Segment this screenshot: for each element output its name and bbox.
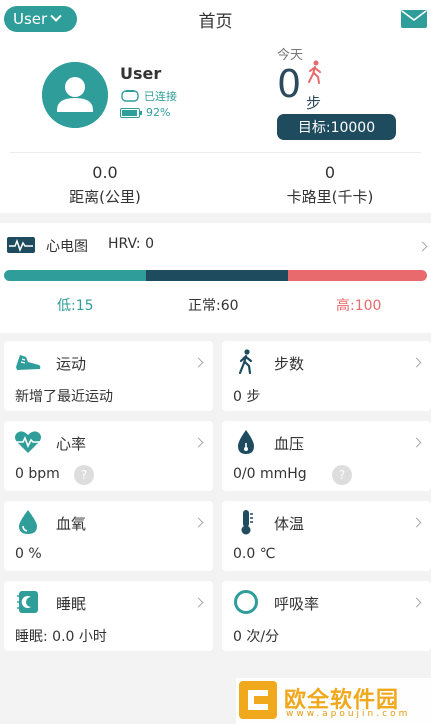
ecg-icon <box>7 237 35 253</box>
watermark-logo: 欧全软件园 www.apoujin.com <box>236 678 431 724</box>
user-name: User <box>120 64 162 83</box>
ecg-title: 心电图 <box>46 239 88 255</box>
today-steps: 0 <box>277 62 302 106</box>
card-value: 睡眠: 0.0 小时 <box>15 629 107 645</box>
card-title: 血氧 <box>56 515 87 533</box>
range-low-segment <box>4 270 146 281</box>
chevron-right-icon <box>411 597 422 608</box>
chevron-right-icon <box>411 517 422 528</box>
heart-rate-range-bar <box>4 270 427 281</box>
card-value: 0.0 ℃ <box>233 546 276 562</box>
card-respiration[interactable]: 呼吸率 0 次/分 <box>222 581 431 651</box>
calories-label: 卡路里(千卡) <box>286 188 374 206</box>
connection-status: 已连接 <box>120 88 177 104</box>
range-high-label: 高:100 <box>336 298 382 314</box>
card-value: 0 bpm <box>15 466 60 482</box>
card-value: 0 次/分 <box>233 629 280 645</box>
top-bar: User 首页 <box>0 0 431 36</box>
chevron-right-icon <box>193 517 204 528</box>
card-title: 步数 <box>274 355 305 373</box>
help-icon[interactable]: ? <box>332 465 352 485</box>
connection-text: 已连接 <box>144 90 177 103</box>
card-title: 呼吸率 <box>274 595 320 613</box>
card-blood-pressure[interactable]: 血压 0/0 mmHg ? <box>222 421 431 491</box>
thermometer-icon <box>241 510 253 535</box>
step-goal-button[interactable]: 目标:10000 <box>277 114 396 140</box>
ring-icon <box>234 590 258 614</box>
card-exercise[interactable]: 运动 新增了最近运动 <box>4 341 213 411</box>
chevron-right-icon <box>193 357 204 368</box>
avatar[interactable] <box>42 62 108 128</box>
card-sleep[interactable]: 睡眠 睡眠: 0.0 小时 <box>4 581 213 651</box>
calories-stat: 0 卡路里(千卡) <box>270 163 390 207</box>
card-temperature[interactable]: 体温 0.0 ℃ <box>222 501 431 571</box>
chevron-right-icon <box>193 437 204 448</box>
calories-value: 0 <box>324 163 336 182</box>
battery-icon <box>120 107 142 118</box>
card-value: 0/0 mmHg <box>233 466 307 482</box>
heart-rate-icon <box>15 431 41 453</box>
distance-label: 距离(公里) <box>69 188 141 206</box>
moon-icon <box>17 591 38 613</box>
range-normal-segment <box>146 270 288 281</box>
range-low-label: 低:15 <box>57 298 94 314</box>
card-steps[interactable]: 步数 0 步 <box>222 341 431 411</box>
range-normal-label: 正常:60 <box>188 298 239 314</box>
help-icon[interactable]: ? <box>74 465 94 485</box>
distance-value: 0.0 <box>92 163 118 182</box>
walking-icon <box>238 349 253 375</box>
card-title: 心率 <box>56 435 87 453</box>
battery-percent: 92% <box>146 106 171 119</box>
card-title: 体温 <box>274 515 305 533</box>
card-title: 睡眠 <box>56 595 87 613</box>
water-drop-icon <box>19 510 37 534</box>
divider <box>10 152 421 153</box>
ecg-hrv: HRV: 0 <box>108 236 154 252</box>
card-title: 运动 <box>56 355 87 373</box>
distance-stat: 0.0 距离(公里) <box>55 163 155 207</box>
logo-mark-icon <box>239 681 277 719</box>
page-title: 首页 <box>198 12 233 32</box>
card-value: 新增了最近运动 <box>15 389 113 405</box>
watch-icon <box>121 90 139 102</box>
range-high-segment <box>288 270 427 281</box>
ecg-card[interactable]: 心电图 HRV: 0 低:15 正常:60 高:100 <box>0 223 431 333</box>
chevron-right-icon <box>417 241 428 252</box>
card-value: 0 % <box>15 546 42 562</box>
blood-pressure-icon <box>238 430 254 454</box>
shoe-icon <box>16 355 41 370</box>
today-label: 今天 <box>277 48 304 63</box>
card-blood-oxygen[interactable]: 血氧 0 % <box>4 501 213 571</box>
card-title: 血压 <box>274 435 305 453</box>
card-value: 0 步 <box>233 389 261 405</box>
chevron-right-icon <box>193 597 204 608</box>
chevron-right-icon <box>411 357 422 368</box>
mail-icon[interactable] <box>401 10 427 28</box>
chevron-right-icon <box>411 437 422 448</box>
walking-icon <box>308 60 321 84</box>
battery-status: 92% <box>120 106 170 119</box>
profile-section: User 已连接 92% 今天 0 步 目标:10000 0.0 距离(公里) … <box>0 36 431 213</box>
steps-unit: 步 <box>306 94 322 112</box>
card-heart-rate[interactable]: 心率 0 bpm ? <box>4 421 213 491</box>
watermark-url: www.apoujin.com <box>286 709 411 719</box>
